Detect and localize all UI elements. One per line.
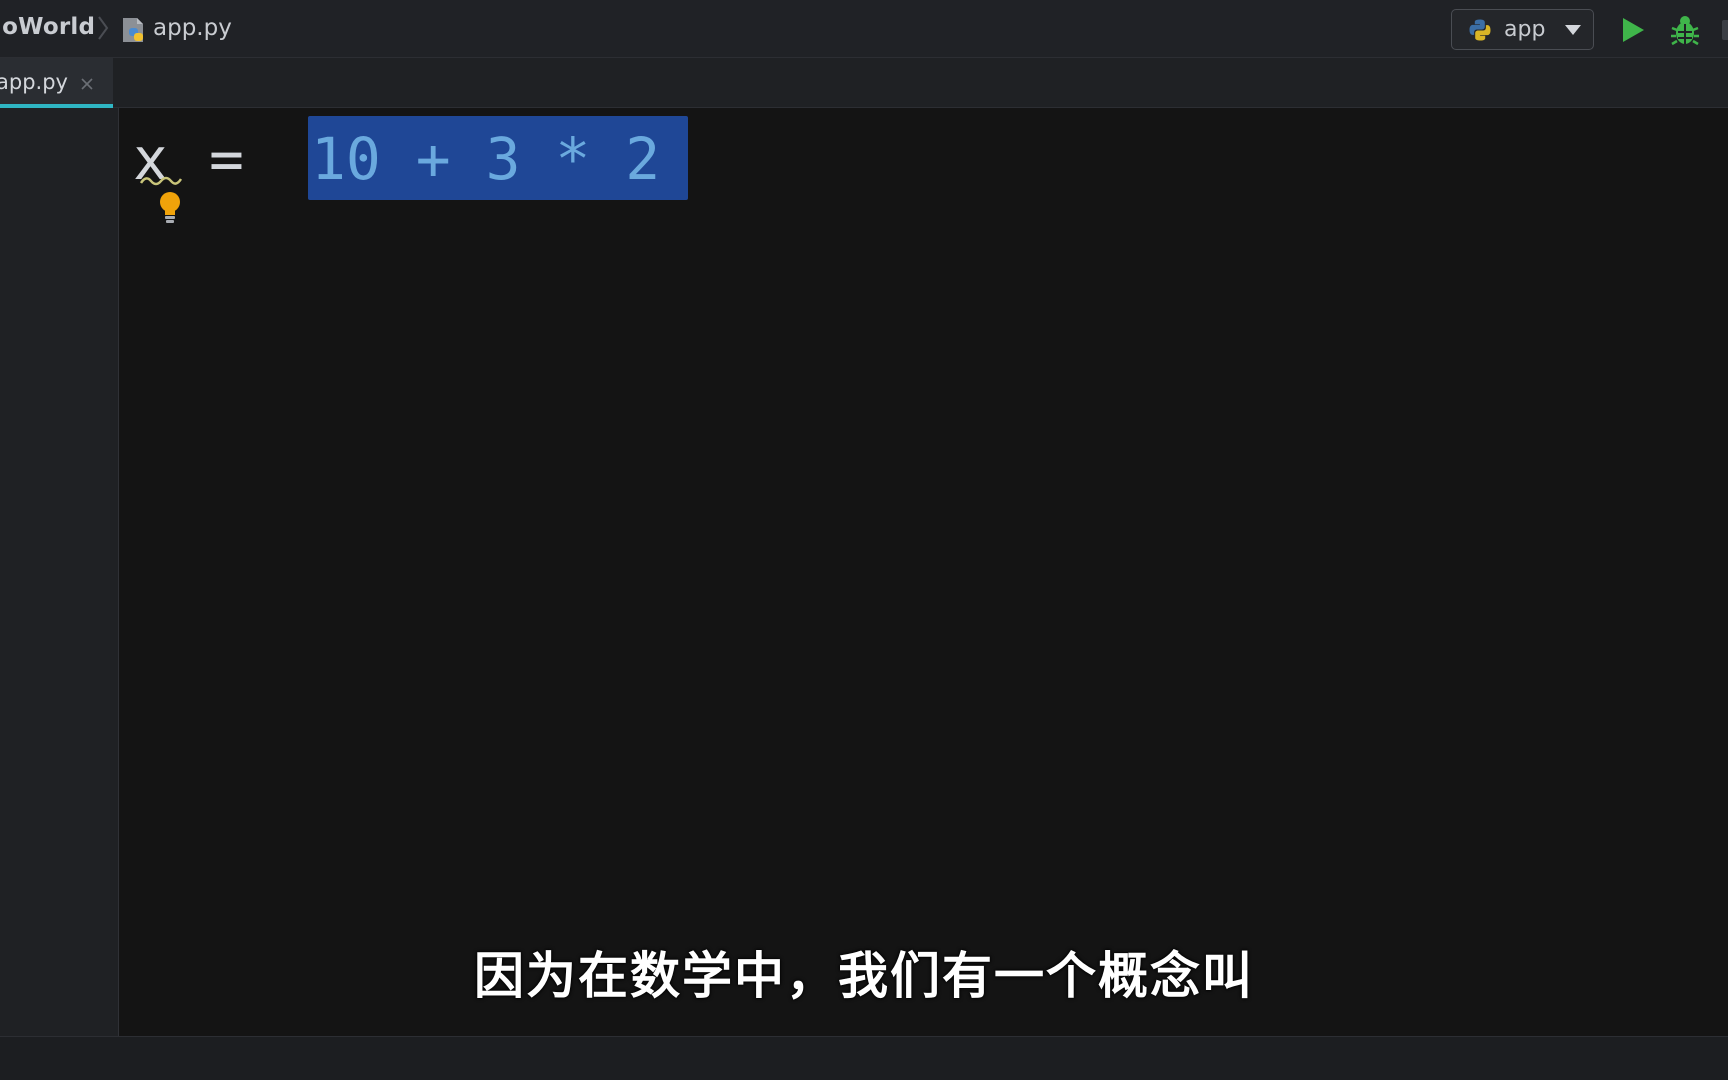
editor-tab-strip: app.py: [0, 58, 1728, 108]
chevron-right-icon: [98, 16, 109, 40]
token-operator: =: [209, 125, 244, 193]
breadcrumb-file[interactable]: app.py: [153, 15, 232, 41]
debug-icon[interactable]: [1670, 14, 1700, 46]
lightbulb-icon[interactable]: [156, 190, 184, 226]
python-file-icon: [123, 18, 143, 42]
warning-squiggle: [140, 176, 182, 186]
editor-gutter[interactable]: [0, 108, 119, 1036]
chevron-down-icon: [1565, 25, 1581, 35]
tab-label: app.py: [0, 70, 68, 94]
toolbar-overflow-button[interactable]: [1722, 20, 1728, 40]
video-subtitle: 因为在数学中，我们有一个概念叫: [474, 947, 1254, 1005]
code-editor[interactable]: x = 10 + 3 * 2: [119, 108, 1728, 1036]
run-configuration-label: app: [1504, 17, 1546, 42]
token-selected-expression: 10 + 3 * 2: [311, 125, 661, 193]
run-configuration-selector[interactable]: app: [1451, 9, 1594, 50]
navigation-bar: loWorld app.py app: [0, 0, 1728, 58]
run-icon[interactable]: [1620, 16, 1646, 44]
tab-app-py[interactable]: app.py: [0, 58, 113, 108]
status-bar: [0, 1036, 1728, 1080]
ide-window: loWorld app.py app app.py x = 10 + 3 * 2…: [0, 0, 1728, 1080]
breadcrumb-project[interactable]: loWorld: [0, 14, 95, 40]
python-icon: [1469, 19, 1491, 41]
close-icon[interactable]: [80, 77, 94, 91]
